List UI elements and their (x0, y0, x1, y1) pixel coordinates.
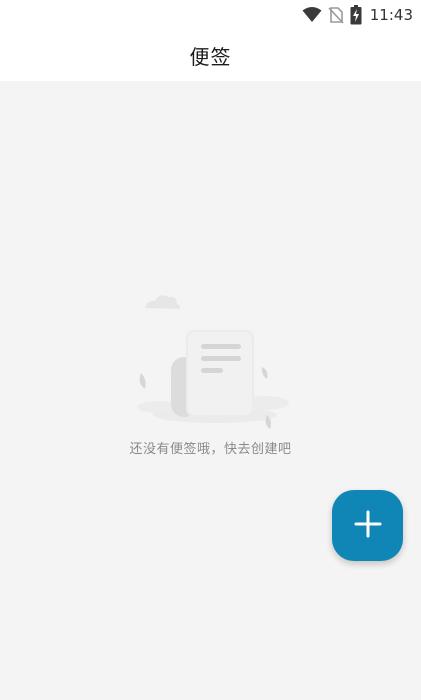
app-header: 便签 (0, 30, 421, 81)
add-note-button[interactable] (332, 490, 403, 561)
empty-note-illustration (127, 287, 297, 432)
page-title: 便签 (189, 45, 232, 69)
plus-icon (354, 510, 382, 542)
empty-state-message: 还没有便签哦，快去创建吧 (129, 442, 292, 457)
wifi-icon (302, 7, 322, 23)
no-sim-icon (328, 6, 344, 24)
battery-charging-icon (350, 5, 362, 25)
status-bar: 11:43 (0, 0, 421, 30)
status-time: 11:43 (369, 6, 413, 24)
